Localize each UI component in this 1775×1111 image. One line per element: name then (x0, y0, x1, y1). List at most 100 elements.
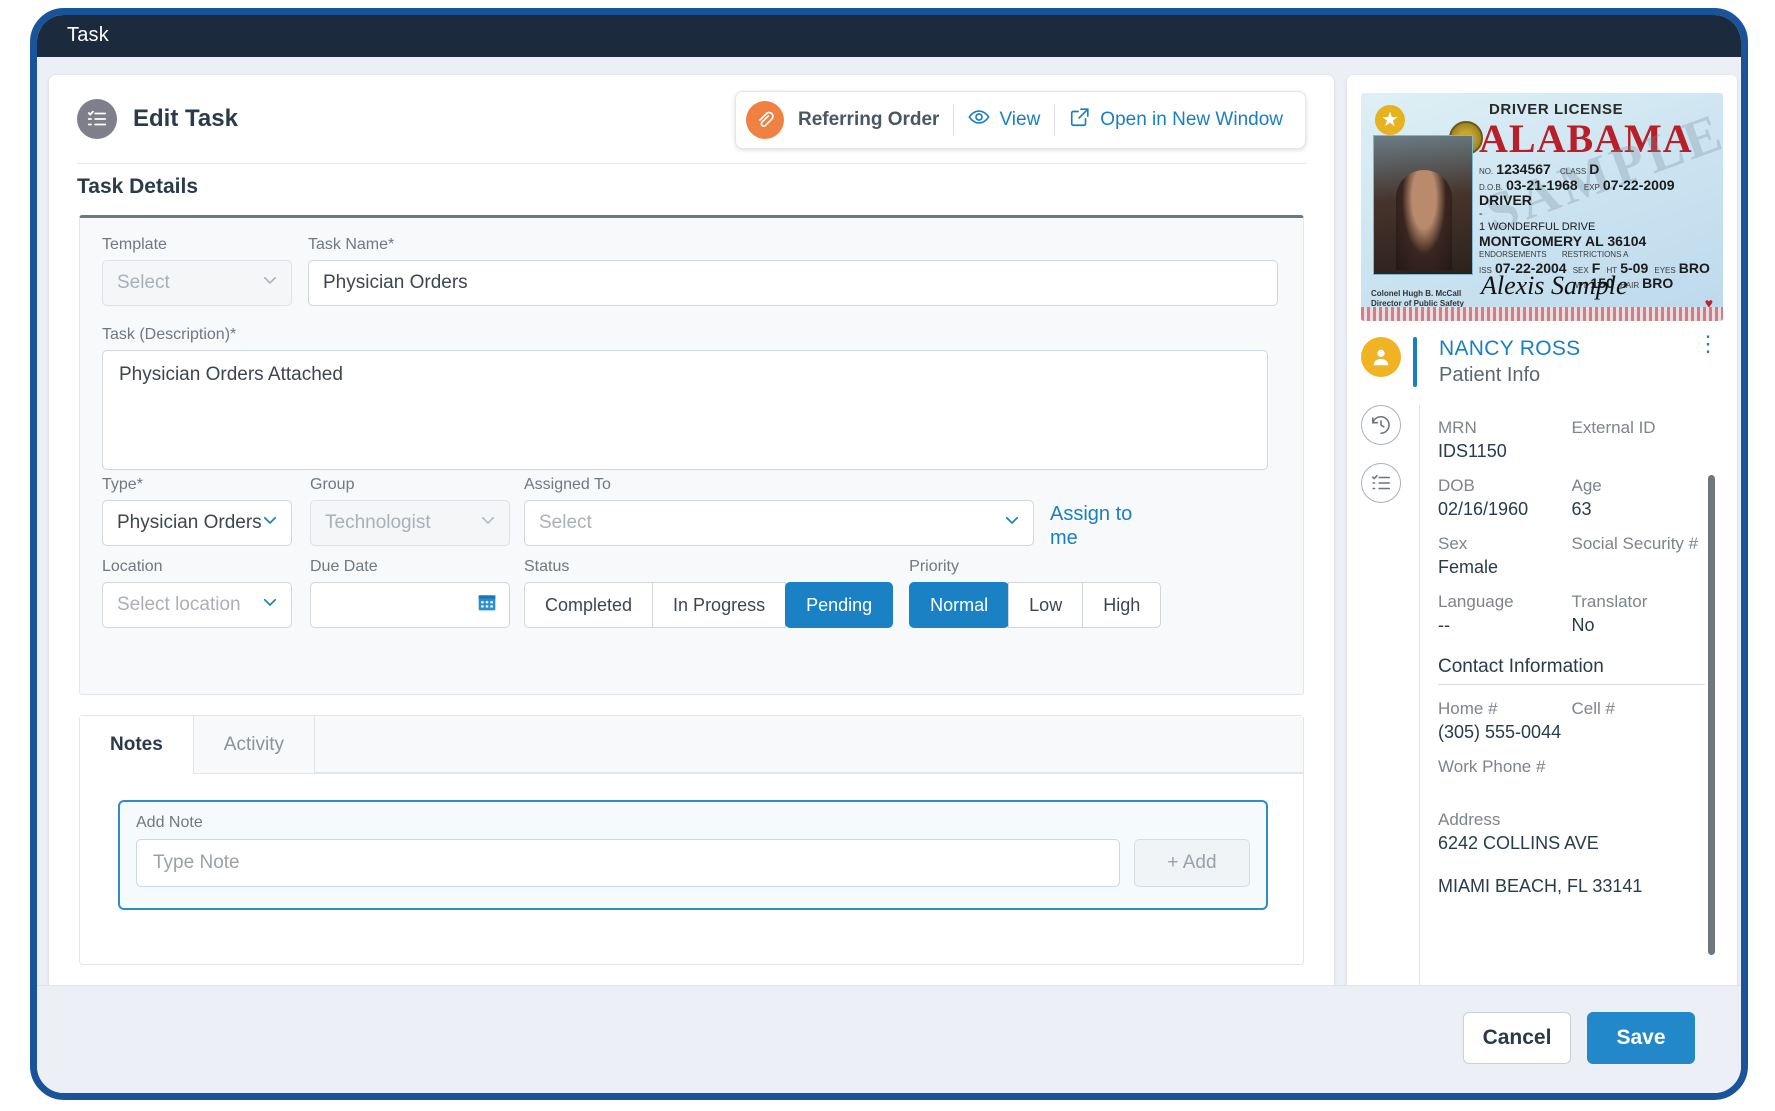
address-line-2: MIAMI BEACH, FL 33141 (1438, 876, 1643, 896)
patient-scrollbar[interactable] (1708, 475, 1715, 955)
field-key: MRN (1438, 418, 1477, 437)
cancel-button[interactable]: Cancel (1463, 1012, 1571, 1064)
window-body: Edit Task Referring Order View Open in N… (37, 57, 1741, 1093)
priority-label: Priority (909, 558, 959, 575)
contact-field-row: Home # (305) 555-0044 Cell # (1438, 699, 1705, 743)
patient-field-row: MRN IDS1150 External ID (1438, 418, 1705, 462)
chevron-down-icon (261, 271, 279, 295)
template-select[interactable]: Select (102, 260, 292, 306)
location-field: Location Select location (102, 558, 292, 628)
field-key: Translator (1571, 592, 1648, 611)
description-textarea[interactable]: Physician Orders Attached (102, 350, 1268, 470)
referring-order-pill: Referring Order View Open in New Window (734, 91, 1306, 149)
group-field: Group Technologist (310, 476, 510, 546)
status-segmented-control: Completed In Progress Pending (524, 582, 894, 628)
field-value: Female (1438, 557, 1499, 577)
group-select[interactable]: Technologist (310, 500, 510, 546)
window-titlebar: Task (37, 15, 1741, 57)
edit-task-card: Edit Task Referring Order View Open in N… (49, 75, 1334, 1005)
divider (953, 105, 955, 135)
task-name-value: Physician Orders (323, 272, 468, 293)
address-label: Address (1438, 810, 1501, 829)
chevron-down-icon (1003, 511, 1021, 535)
open-new-window-link[interactable]: Open in New Window (1069, 106, 1283, 134)
priority-option-high[interactable]: High (1082, 582, 1162, 628)
add-note-box: Add Note Type Note + Add (118, 800, 1268, 910)
patient-field-row: DOB 02/16/1960 Age 63 (1438, 476, 1705, 520)
priority-segmented-control: Normal Low High (909, 582, 1162, 628)
license-eyes-value: BRO (1678, 259, 1710, 276)
open-new-window-label: Open in New Window (1100, 109, 1283, 130)
license-exp-label: EXP (1583, 182, 1600, 192)
eye-icon (968, 106, 991, 134)
card-header: Edit Task Referring Order View Open in N… (49, 75, 1334, 165)
field-key: Language (1438, 592, 1514, 611)
accent-bar (1413, 337, 1417, 387)
chevron-down-icon (261, 511, 279, 535)
referring-order-label: Referring Order (797, 109, 940, 130)
license-name: DRIVER (1479, 192, 1532, 208)
tabs-filler (314, 716, 1303, 773)
header-divider (77, 163, 1306, 164)
notes-tabs: Notes Activity (80, 716, 1303, 774)
description-field: Task (Description)* Physician Orders Att… (102, 326, 1268, 470)
license-hair-value: BRO (1642, 275, 1674, 291)
tab-activity[interactable]: Activity (193, 716, 315, 773)
type-field: Type* Physician Orders (102, 476, 292, 546)
modal-window: Task Edit Task Referring Order View Open… (30, 8, 1748, 1100)
due-date-input[interactable] (310, 582, 510, 628)
due-date-field: Due Date (310, 558, 510, 628)
history-clock-icon[interactable] (1361, 405, 1401, 445)
license-footer: Colonel Hugh B. McCall Director of Publi… (1371, 289, 1464, 309)
modal-footer: Cancel Save (37, 985, 1741, 1093)
license-dash: - (1479, 207, 1483, 220)
app-screen: Task Edit Task Referring Order View Open… (0, 0, 1775, 1111)
patient-identity: NANCY ROSS Patient Info (1429, 337, 1685, 387)
calendar-icon[interactable] (477, 592, 497, 618)
paperclip-icon (745, 101, 784, 139)
patient-name[interactable]: NANCY ROSS (1439, 337, 1685, 361)
task-name-input[interactable]: Physician Orders (308, 260, 1278, 306)
assigned-to-select[interactable]: Select (524, 500, 1034, 546)
address-line-1: 6242 COLLINS AVE (1438, 833, 1599, 853)
type-select[interactable]: Physician Orders (102, 500, 292, 546)
location-label: Location (102, 558, 163, 575)
task-list-icon[interactable] (1361, 463, 1401, 503)
location-select[interactable]: Select location (102, 582, 292, 628)
location-placeholder: Select location (117, 594, 241, 615)
license-class-value: D (1589, 161, 1600, 177)
status-option-in-progress[interactable]: In Progress (652, 582, 787, 628)
description-label: Task (Description)* (102, 326, 237, 343)
note-input[interactable]: Type Note (136, 839, 1120, 887)
patient-side-icons (1361, 405, 1401, 503)
license-no-value: 1234567 (1496, 161, 1551, 177)
template-field: Template Select (102, 236, 292, 306)
contact-field-row: Work Phone # (1438, 757, 1705, 780)
field-key: DOB (1438, 476, 1475, 495)
license-endorsements-label: ENDORSEMENTS (1479, 250, 1547, 259)
field-key: Sex (1438, 534, 1468, 553)
footer-buttons: Cancel Save (1463, 1012, 1695, 1064)
save-button[interactable]: Save (1587, 1012, 1695, 1064)
priority-option-low[interactable]: Low (1008, 582, 1084, 628)
license-address2: MONTGOMERY AL 36104 (1479, 232, 1647, 249)
view-link[interactable]: View (968, 106, 1040, 134)
field-key: Cell # (1571, 699, 1615, 718)
edit-task-heading-group: Edit Task (77, 99, 238, 139)
task-name-label: Task Name* (308, 236, 395, 253)
status-option-completed[interactable]: Completed (524, 582, 654, 628)
assign-to-me-link[interactable]: Assign to me (1050, 476, 1146, 550)
field-value: (305) 555-0044 (1438, 722, 1562, 742)
priority-option-normal[interactable]: Normal (909, 582, 1010, 628)
status-option-pending[interactable]: Pending (785, 582, 894, 628)
license-photo (1373, 135, 1473, 275)
add-note-label: Add Note (136, 814, 203, 831)
tab-notes[interactable]: Notes (80, 716, 194, 774)
add-note-button[interactable]: + Add (1134, 839, 1250, 887)
license-exp-value: 07-22-2009 (1602, 176, 1675, 193)
kebab-menu-icon[interactable]: ⋮ (1697, 333, 1723, 387)
contact-information-heading: Contact Information (1438, 656, 1604, 677)
license-signature: Alexis Sample (1481, 271, 1628, 300)
status-label: Status (524, 558, 570, 575)
status-field: Status Completed In Progress Pending (524, 558, 894, 628)
